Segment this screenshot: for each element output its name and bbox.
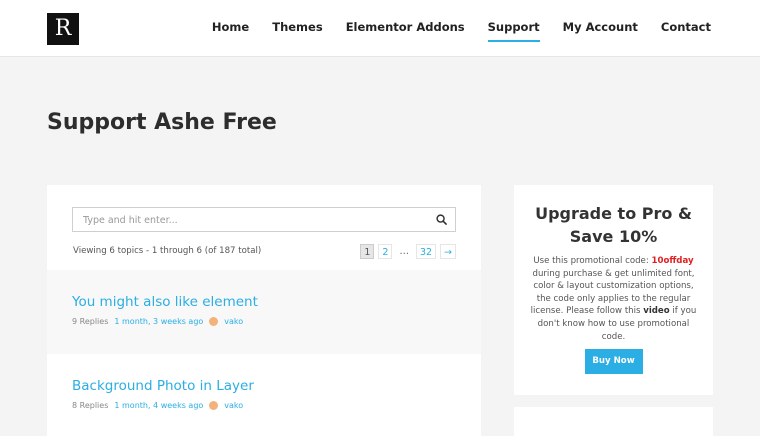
topic-meta: 8 Replies 1 month, 4 weeks ago vako (72, 401, 456, 410)
promo-text: Use this promotional code: 10offday duri… (526, 255, 701, 343)
page-current: 1 (360, 244, 375, 259)
viewing-count-text: Viewing 6 topics - 1 through 6 (of 187 t… (73, 246, 262, 256)
topic-freshness-link[interactable]: 1 month, 4 weeks ago (114, 401, 203, 410)
pagination: 1 2 … 32 → (360, 244, 456, 259)
sidebar-widget (514, 407, 713, 436)
topic-item: Background Photo in Layer 8 Replies 1 mo… (47, 354, 481, 436)
video-link[interactable]: video (643, 306, 669, 316)
user-avatar-icon (209, 401, 219, 410)
topic-meta: 9 Replies 1 month, 3 weeks ago vako (72, 317, 456, 326)
topic-replies: 8 Replies (72, 401, 109, 410)
forum-topics-panel: Viewing 6 topics - 1 through 6 (of 187 t… (47, 185, 481, 436)
search-icon[interactable] (436, 214, 447, 225)
nav-contact[interactable]: Contact (661, 20, 711, 42)
search-field (72, 207, 456, 232)
topic-title-link[interactable]: Background Photo in Layer (72, 378, 456, 394)
promo-text-part: Use this promotional code: (533, 256, 652, 266)
user-avatar-icon (209, 317, 219, 326)
topics-meta-row: Viewing 6 topics - 1 through 6 (of 187 t… (72, 244, 456, 260)
nav-elementor-addons[interactable]: Elementor Addons (346, 20, 465, 42)
site-header: R Home Themes Elementor Addons Support M… (0, 0, 760, 57)
page-link-2[interactable]: 2 (378, 244, 393, 259)
promo-code: 10offday (651, 256, 694, 266)
search-input[interactable] (73, 209, 455, 232)
page-ellipsis: … (399, 246, 409, 257)
nav-themes[interactable]: Themes (272, 20, 322, 42)
topic-item: You might also like element 9 Replies 1 … (47, 270, 481, 354)
main-nav: Home Themes Elementor Addons Support My … (212, 20, 711, 42)
nav-support[interactable]: Support (487, 20, 540, 42)
promo-widget: Upgrade to Pro & Save 10% Use this promo… (514, 185, 713, 395)
nav-my-account[interactable]: My Account (563, 20, 638, 42)
buy-now-button[interactable]: Buy Now (584, 349, 643, 375)
page-link-last[interactable]: 32 (415, 244, 437, 259)
search-area: Viewing 6 topics - 1 through 6 (of 187 t… (47, 185, 481, 270)
topic-author-link[interactable]: vako (224, 401, 243, 410)
topic-freshness-link[interactable]: 1 month, 3 weeks ago (114, 317, 203, 326)
topic-replies: 9 Replies (72, 317, 109, 326)
topic-title-link[interactable]: You might also like element (72, 294, 456, 310)
page-next-arrow-icon[interactable]: → (440, 244, 456, 259)
site-logo[interactable]: R (47, 13, 79, 45)
promo-title: Upgrade to Pro & Save 10% (535, 204, 692, 246)
page-title: Support Ashe Free (47, 110, 277, 135)
nav-home[interactable]: Home (212, 20, 249, 42)
topic-author-link[interactable]: vako (224, 317, 243, 326)
